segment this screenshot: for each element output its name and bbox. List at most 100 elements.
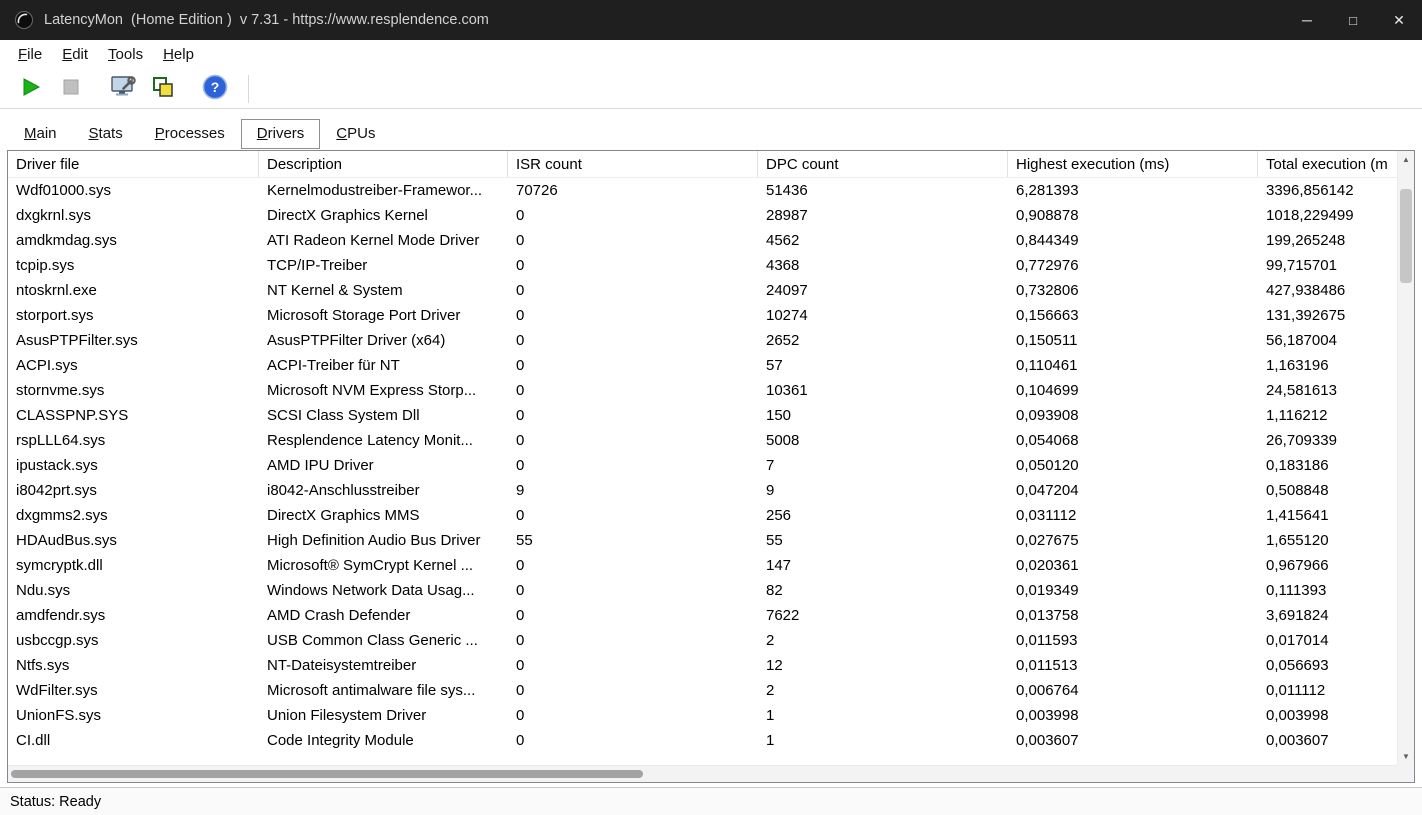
table-cell: 2652	[766, 332, 800, 349]
table-row[interactable]: amdkmdag.sys ATI Radeon Kernel Mode Drive…	[8, 228, 1414, 253]
table-cell: 1	[766, 732, 775, 749]
tab-cpus[interactable]: CPUs	[320, 119, 391, 149]
table-row[interactable]: AsusPTPFilter.sys AsusPTPFilter Driver (x…	[8, 328, 1414, 353]
table-cell: 99,715701	[1266, 257, 1337, 274]
table-cell: 0	[516, 332, 525, 349]
tab-processes[interactable]: Processes	[139, 119, 241, 149]
table-cell: ntoskrnl.exe	[16, 282, 97, 299]
table-row[interactable]: i8042prt.sys i8042-Anschlusstreiber 9 9 0,04…	[8, 478, 1414, 503]
table-cell: 28987	[766, 207, 808, 224]
tab-drivers[interactable]: Drivers	[240, 118, 321, 149]
table-row[interactable]: ipustack.sys AMD IPU Driver 0 7 0,050120 0,18…	[8, 453, 1414, 478]
table-cell: 9	[766, 482, 775, 499]
menu-item-file[interactable]: File	[8, 43, 52, 66]
title-bar: LatencyMon (Home Edition ) v 7.31 - http…	[0, 0, 1422, 40]
table-row[interactable]: ntoskrnl.exe NT Kernel & System 0 24097 0,73…	[8, 278, 1414, 303]
scroll-up-arrow-icon[interactable]: ▲	[1398, 151, 1414, 168]
table-cell: 12	[766, 657, 783, 674]
vertical-scroll-thumb[interactable]	[1400, 189, 1412, 283]
table-cell: 0,156663	[1016, 307, 1079, 324]
table-cell: NT Kernel & System	[267, 282, 403, 299]
table-cell: 0,093908	[1016, 407, 1079, 424]
column-header[interactable]: DPC count	[758, 151, 1008, 177]
window-controls: ─ □ ✕	[1284, 0, 1422, 40]
help-icon: ?	[202, 74, 228, 103]
tab-main[interactable]: Main	[8, 119, 73, 149]
table-cell: 1,655120	[1266, 532, 1329, 549]
table-row[interactable]: tcpip.sys TCP/IP-Treiber 0 4368 0,772976 99,7…	[8, 253, 1414, 278]
table-cell: i8042-Anschlusstreiber	[267, 482, 420, 499]
table-row[interactable]: dxgkrnl.sys DirectX Graphics Kernel 0 28987…	[8, 203, 1414, 228]
table-row[interactable]: WdFilter.sys Microsoft antimalware file s…	[8, 678, 1414, 703]
menu-item-tools[interactable]: Tools	[98, 43, 153, 66]
table-row[interactable]: symcryptk.dll Microsoft® SymCrypt Kernel …	[8, 553, 1414, 578]
options-button[interactable]	[106, 73, 140, 105]
table-cell: CI.dll	[16, 732, 51, 749]
horizontal-scrollbar[interactable]	[8, 765, 1397, 782]
table-cell: 256	[766, 507, 792, 524]
table-cell: 0	[516, 657, 525, 674]
table-row[interactable]: Ntfs.sys NT-Dateisystemtreiber 0 12 0,011513…	[8, 653, 1414, 678]
table-row[interactable]: storport.sys Microsoft Storage Port Drive…	[8, 303, 1414, 328]
table-row[interactable]: Wdf01000.sys Kernelmodustreiber-Framewor.…	[8, 178, 1414, 203]
menu-item-edit[interactable]: Edit	[52, 43, 98, 66]
table-cell: SCSI Class System Dll	[267, 407, 420, 424]
table-row[interactable]: rspLLL64.sys Resplendence Latency Monit..…	[8, 428, 1414, 453]
column-header[interactable]: Description	[259, 151, 508, 177]
report-button[interactable]	[146, 73, 180, 105]
table-cell: Kernelmodustreiber-Framewor...	[267, 182, 483, 199]
table-cell: 3396,856142	[1266, 182, 1354, 199]
maximize-button[interactable]: □	[1330, 0, 1376, 40]
help-button[interactable]: ?	[198, 73, 232, 105]
table-row[interactable]: usbccgp.sys USB Common Class Generic ... 0…	[8, 628, 1414, 653]
vertical-scrollbar[interactable]: ▲ ▼	[1397, 151, 1414, 765]
table-row[interactable]: UnionFS.sys Union Filesystem Driver 0 1 0,00…	[8, 703, 1414, 728]
stop-monitor-button[interactable]	[54, 73, 88, 105]
table-cell: 131,392675	[1266, 307, 1346, 324]
table-cell: 9	[516, 482, 525, 499]
table-cell: 0,003998	[1016, 707, 1079, 724]
table-cell: ACPI.sys	[16, 357, 78, 374]
table-cell: 0,104699	[1016, 382, 1079, 399]
menu-bar: File Edit Tools Help	[0, 40, 1422, 69]
table-row[interactable]: dxgmms2.sys DirectX Graphics MMS 0 256 0,031…	[8, 503, 1414, 528]
table-row[interactable]: stornvme.sys Microsoft NVM Express Storp.…	[8, 378, 1414, 403]
table-cell: 82	[766, 582, 783, 599]
table-cell: 2	[766, 632, 775, 649]
minimize-button[interactable]: ─	[1284, 0, 1330, 40]
table-cell: 0,003607	[1016, 732, 1079, 749]
scroll-down-arrow-icon[interactable]: ▼	[1398, 748, 1414, 765]
table-cell: 0,011112	[1266, 682, 1326, 699]
table-cell: 0,772976	[1016, 257, 1079, 274]
table-cell: 4562	[766, 232, 800, 249]
table-cell: 0,011513	[1016, 657, 1078, 674]
menu-item-help[interactable]: Help	[153, 43, 204, 66]
table-cell: Microsoft® SymCrypt Kernel ...	[267, 557, 474, 574]
table-row[interactable]: ACPI.sys ACPI-Treiber für NT 0 57 0,110461 1,…	[8, 353, 1414, 378]
tab-bar: Main Stats Processes Drivers CPUs	[0, 109, 1422, 150]
tab-stats[interactable]: Stats	[73, 119, 139, 149]
table-row[interactable]: HDAudBus.sys High Definition Audio Bus Dr…	[8, 528, 1414, 553]
table-cell: 0	[516, 632, 525, 649]
table-cell: 0,844349	[1016, 232, 1079, 249]
column-header[interactable]: Driver file	[8, 151, 259, 177]
table-cell: 147	[766, 557, 792, 574]
table-row[interactable]: amdfendr.sys AMD Crash Defender 0 7622 0,013…	[8, 603, 1414, 628]
table-cell: Wdf01000.sys	[16, 182, 112, 199]
column-header[interactable]: Highest execution (ms)	[1008, 151, 1258, 177]
table-cell: 0,050120	[1016, 457, 1079, 474]
svg-text:?: ?	[211, 79, 220, 95]
table-row[interactable]: Ndu.sys Windows Network Data Usag... 0 82 0,…	[8, 578, 1414, 603]
horizontal-scroll-thumb[interactable]	[11, 770, 643, 778]
table-row[interactable]: CI.dll Code Integrity Module 0 1 0,003607 0,0…	[8, 728, 1414, 753]
column-header[interactable]: Total execution (m	[1258, 151, 1414, 177]
close-button[interactable]: ✕	[1376, 0, 1422, 40]
table-cell: 1,116212	[1266, 407, 1328, 424]
table-cell: 0,003607	[1266, 732, 1329, 749]
table-row[interactable]: CLASSPNP.SYS SCSI Class System Dll 0 150 0,0…	[8, 403, 1414, 428]
start-monitor-button[interactable]	[14, 73, 48, 105]
column-header[interactable]: ISR count	[508, 151, 758, 177]
table-cell: 0	[516, 682, 525, 699]
table-header-row: Driver file Description ISR count DPC count…	[8, 151, 1414, 178]
table-cell: dxgkrnl.sys	[16, 207, 92, 224]
